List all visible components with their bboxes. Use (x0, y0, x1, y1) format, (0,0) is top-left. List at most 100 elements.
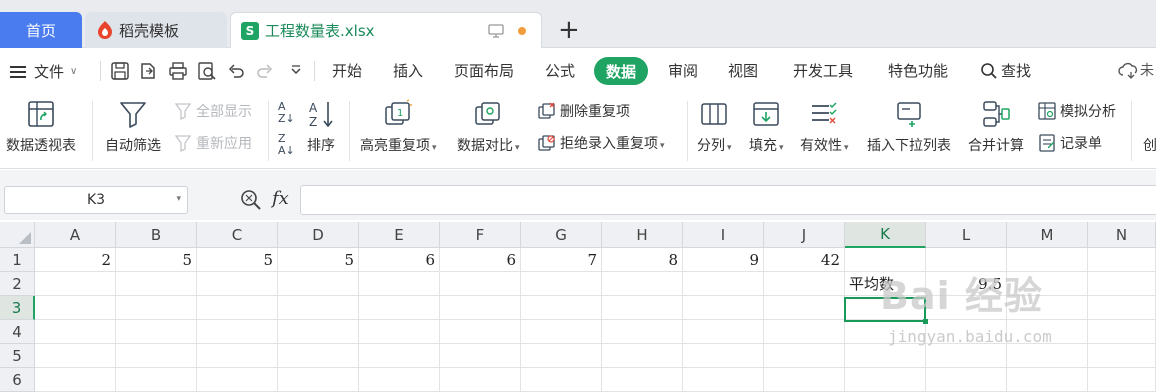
grid-cell[interactable] (602, 344, 683, 368)
grid-cell[interactable] (440, 368, 521, 392)
grid-cell[interactable] (440, 344, 521, 368)
cell-g1[interactable]: 7 (521, 248, 602, 272)
validity-button[interactable]: 有效性 ▾ (800, 99, 849, 155)
grid-cell[interactable] (683, 296, 764, 320)
tab-page-layout[interactable]: 页面布局 (454, 60, 514, 81)
grid-cell[interactable] (440, 272, 521, 296)
cell-c1[interactable]: 5 (197, 248, 278, 272)
grid-cell[interactable] (845, 368, 926, 392)
column-header-i[interactable]: I (683, 222, 764, 248)
grid-cell[interactable] (1007, 248, 1088, 272)
insert-dropdown-list-button[interactable]: 插入下拉列表 (867, 99, 951, 155)
column-header-b[interactable]: B (116, 222, 197, 248)
tab-developer[interactable]: 开发工具 (793, 60, 853, 81)
auto-filter-button[interactable]: 自动筛选 (105, 99, 161, 155)
formula-input[interactable] (300, 185, 1156, 215)
grid-cell[interactable] (764, 320, 845, 344)
cloud-sync[interactable]: 未 (1118, 60, 1154, 80)
grid-cell[interactable] (1007, 368, 1088, 392)
undo-icon[interactable] (226, 61, 246, 81)
tab-template[interactable]: 稻壳模板 (85, 12, 227, 48)
grid-cell[interactable] (1007, 272, 1088, 296)
column-header-h[interactable]: H (602, 222, 683, 248)
grid-cell[interactable] (1088, 296, 1156, 320)
cell-j1[interactable]: 42 (764, 248, 845, 272)
grid-cell[interactable] (926, 344, 1007, 368)
grid-cell[interactable] (116, 272, 197, 296)
search-tab[interactable]: 查找 (980, 60, 1031, 81)
grid-cell[interactable] (359, 344, 440, 368)
grid-cell[interactable] (602, 272, 683, 296)
grid-cell[interactable] (359, 320, 440, 344)
customize-toolbar-icon[interactable] (286, 61, 306, 81)
grid-cell[interactable] (197, 272, 278, 296)
tab-view[interactable]: 视图 (728, 60, 758, 81)
grid-cell[interactable] (440, 320, 521, 344)
column-header-m[interactable]: M (1007, 222, 1088, 248)
zoom-icon[interactable] (240, 189, 262, 211)
grid-cell[interactable] (764, 344, 845, 368)
grid-cell[interactable] (521, 368, 602, 392)
cell-h1[interactable]: 8 (602, 248, 683, 272)
tab-features[interactable]: 特色功能 (888, 60, 948, 81)
select-all-corner[interactable] (0, 222, 35, 248)
grid-cell[interactable] (683, 320, 764, 344)
grid-cell[interactable] (1088, 320, 1156, 344)
grid-cell[interactable] (116, 296, 197, 320)
grid-cell[interactable] (278, 344, 359, 368)
grid-cell[interactable] (359, 368, 440, 392)
grid-cell[interactable] (764, 272, 845, 296)
column-header-d[interactable]: D (278, 222, 359, 248)
column-header-e[interactable]: E (359, 222, 440, 248)
grid-cell[interactable] (683, 368, 764, 392)
grid-cell[interactable] (1007, 320, 1088, 344)
grid-cell[interactable] (764, 296, 845, 320)
spreadsheet-grid[interactable]: A B C D E F G H I J K L M N 1 2 3 4 5 6 … (0, 222, 1156, 392)
tab-insert[interactable]: 插入 (393, 60, 423, 81)
data-compare-button[interactable]: 数据对比 ▾ (457, 99, 520, 155)
sort-descending-icon[interactable]: Z A↓ (278, 133, 295, 157)
grid-cell[interactable] (602, 296, 683, 320)
grid-cell[interactable] (116, 320, 197, 344)
row-header-6[interactable]: 6 (0, 368, 35, 392)
grid-cell[interactable] (35, 272, 116, 296)
grid-cell[interactable] (197, 320, 278, 344)
column-header-j[interactable]: J (764, 222, 845, 248)
cell-a1[interactable]: 2 (35, 248, 116, 272)
grid-cell[interactable] (845, 344, 926, 368)
grid-cell[interactable] (1088, 344, 1156, 368)
grid-cell[interactable] (197, 296, 278, 320)
grid-cell[interactable] (278, 272, 359, 296)
cell-f1[interactable]: 6 (440, 248, 521, 272)
tab-review[interactable]: 审阅 (668, 60, 698, 81)
grid-cell[interactable] (359, 272, 440, 296)
cell-i1[interactable]: 9 (683, 248, 764, 272)
cell-e1[interactable]: 6 (359, 248, 440, 272)
grid-cell[interactable] (35, 344, 116, 368)
grid-cell[interactable] (602, 368, 683, 392)
print-icon[interactable] (168, 61, 188, 81)
tab-data[interactable]: 数据 (594, 57, 648, 85)
column-header-a[interactable]: A (35, 222, 116, 248)
cell-k2[interactable]: 平均数 (845, 272, 926, 296)
export-icon[interactable] (138, 61, 158, 81)
simulation-analysis-button[interactable]: 模拟分析 (1038, 101, 1116, 121)
column-header-l[interactable]: L (926, 222, 1007, 248)
file-menu[interactable]: 文件 ∨ (10, 61, 77, 82)
cell-l2[interactable]: 9.5 (926, 272, 1007, 296)
grid-cell[interactable] (521, 344, 602, 368)
redo-icon[interactable] (255, 61, 275, 81)
grid-cell[interactable] (926, 248, 1007, 272)
grid-cell[interactable] (116, 344, 197, 368)
tab-formulas[interactable]: 公式 (545, 60, 575, 81)
grid-cell[interactable] (764, 368, 845, 392)
column-header-g[interactable]: G (521, 222, 602, 248)
sort-ascending-icon[interactable]: A Z↓ (278, 101, 295, 125)
row-header-2[interactable]: 2 (0, 272, 35, 296)
grid-cell[interactable] (197, 344, 278, 368)
tab-document[interactable]: S 工程数量表.xlsx (230, 12, 542, 48)
monitor-icon[interactable] (488, 23, 504, 39)
sort-button[interactable]: AZ 排序 (306, 99, 336, 155)
grid-cell[interactable] (1088, 368, 1156, 392)
grid-cell[interactable] (845, 320, 926, 344)
